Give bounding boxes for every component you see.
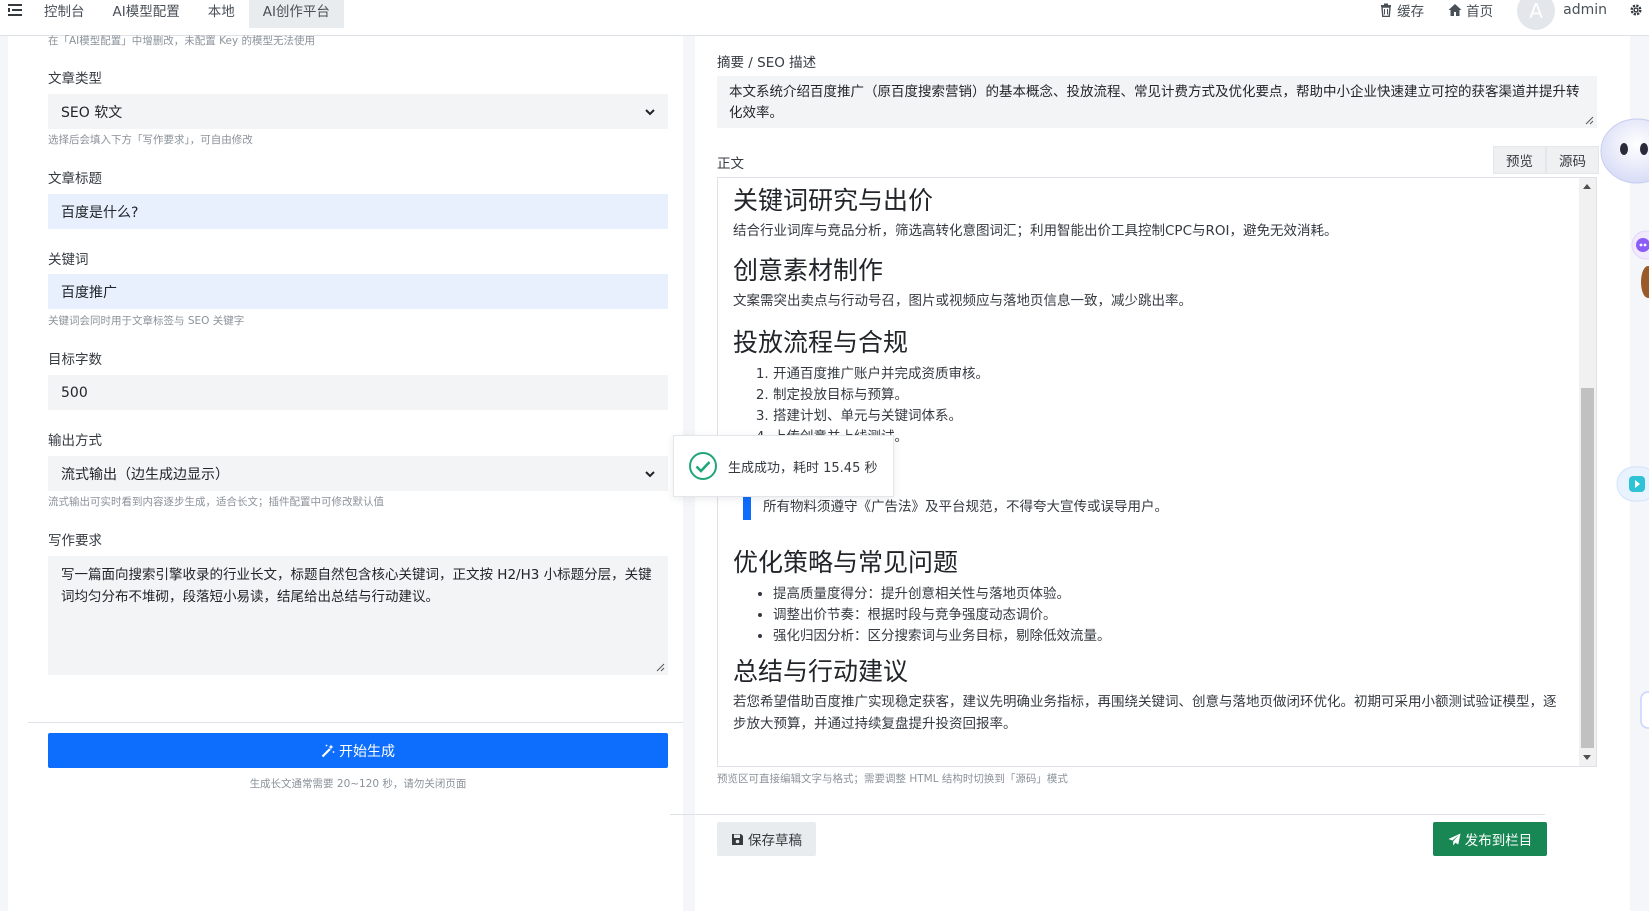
publish-button[interactable]: 发布到栏目 xyxy=(1433,822,1547,856)
paper-plane-icon xyxy=(1448,833,1461,845)
paragraph-creative: 文案需突出卖点与行动号召，图片或视频应与落地页信息一致，减少跳出率。 xyxy=(733,293,1192,309)
keywords-hint: 关键词会同时用于文章标签与 SEO 关键字 xyxy=(48,315,245,327)
scroll-down-arrow[interactable] xyxy=(1583,755,1591,760)
generate-label: 开始生成 xyxy=(339,743,395,760)
title-label: 文章标题 xyxy=(48,171,102,187)
check-circle-icon xyxy=(689,452,717,480)
save-draft-button[interactable]: 保存草稿 xyxy=(717,822,816,856)
output-mode-hint: 流式输出可实时看到内容逐步生成，适合长文；插件配置中可修改默认值 xyxy=(48,496,384,508)
chat-bubble-icon[interactable] xyxy=(1629,230,1649,260)
floppy-disk-icon xyxy=(732,833,743,845)
gear-icon[interactable] xyxy=(1629,3,1643,17)
optimize-tips-list: 提高质量度得分：提升创意相关性与落地页体验。 调整出价节奏：根据时段与竞争强度动… xyxy=(733,584,1563,647)
hamburger-icon xyxy=(8,3,22,16)
heading-creative: 创意素材制作 xyxy=(733,256,884,285)
heading-optimize: 优化策略与常见问题 xyxy=(733,548,959,577)
chevron-down-icon xyxy=(645,109,655,116)
editor-hint: 预览区可直接编辑文字与格式；需要调整 HTML 结构时切换到「源码」模式 xyxy=(717,773,1068,785)
summary-textarea[interactable]: 本文系统介绍百度推广（原百度搜索营销）的基本概念、投放流程、常见计费方式及优化要… xyxy=(717,76,1597,128)
video-widget-icon[interactable] xyxy=(1615,465,1649,503)
publish-label: 发布到栏目 xyxy=(1464,833,1533,849)
scroll-up-arrow[interactable] xyxy=(1583,184,1591,189)
success-toast: 生成成功，耗时 15.45 秒 xyxy=(673,435,894,497)
user-name[interactable]: admin xyxy=(1563,2,1607,18)
top-navbar: 控制台 AI模型配置 本地 AI创作平台 缓存 首页 A admin xyxy=(0,0,1649,36)
heading-process: 投放流程与合规 xyxy=(733,328,909,357)
list-item: 搭建计划、单元与关键词体系。 xyxy=(773,406,1563,427)
editor-scrollbar[interactable] xyxy=(1579,178,1596,766)
home-icon xyxy=(1448,3,1462,16)
editor-mode-tabs: 预览 源码 xyxy=(1493,146,1599,174)
nav-tab-ai-model-config[interactable]: AI模型配置 xyxy=(99,0,194,28)
list-item: 制定投放目标与预算。 xyxy=(773,385,1563,406)
ai-assistant-robot-icon[interactable] xyxy=(1599,118,1649,184)
article-type-value: SEO 软文 xyxy=(61,104,123,121)
avatar[interactable]: A xyxy=(1517,0,1556,30)
home-label: 首页 xyxy=(1466,3,1494,20)
nav-tab-local[interactable]: 本地 xyxy=(194,0,249,28)
output-mode-value: 流式输出（边生成边显示） xyxy=(61,466,229,483)
nav-tab-ai-creation[interactable]: AI创作平台 xyxy=(248,0,344,28)
chevron-down-icon xyxy=(645,471,655,478)
divider xyxy=(670,814,1545,815)
blockquote-bar xyxy=(743,494,751,520)
side-widget-icon[interactable] xyxy=(1639,690,1649,730)
title-input[interactable]: 百度是什么? xyxy=(48,194,668,229)
summary-label: 摘要 / SEO 描述 xyxy=(717,55,817,71)
tab-source[interactable]: 源码 xyxy=(1546,146,1599,174)
article-type-select[interactable]: SEO 软文 xyxy=(48,94,668,129)
heading-summary: 总结与行动建议 xyxy=(733,657,909,686)
word-count-input[interactable]: 500 xyxy=(48,375,668,410)
summary-value: 本文系统介绍百度推广（原百度搜索营销）的基本概念、投放流程、常见计费方式及优化要… xyxy=(729,84,1580,121)
article-settings-panel: 在「AI模型配置」中增删改，未配置 Key 的模型无法使用 文章类型 SEO 软… xyxy=(8,35,683,911)
article-type-hint: 选择后会填入下方「写作要求」，可自由修改 xyxy=(48,134,253,146)
trash-icon xyxy=(1381,3,1392,17)
save-draft-label: 保存草稿 xyxy=(748,833,802,849)
compliance-blockquote: 所有物料须遵守《广告法》及平台规范，不得夸大宣传或误导用户。 xyxy=(733,494,1563,520)
output-mode-select[interactable]: 流式输出（边生成边显示） xyxy=(48,456,668,491)
word-count-label: 目标字数 xyxy=(48,352,102,368)
model-hint: 在「AI模型配置」中增删改，未配置 Key 的模型无法使用 xyxy=(48,35,315,47)
heading-keywords: 关键词研究与出价 xyxy=(733,186,934,215)
body-label: 正文 xyxy=(717,156,744,172)
keywords-input[interactable]: 百度推广 xyxy=(48,274,668,309)
tab-preview[interactable]: 预览 xyxy=(1493,146,1546,174)
nav-tab-dashboard[interactable]: 控制台 xyxy=(30,0,99,28)
keywords-label: 关键词 xyxy=(48,252,89,268)
generate-button[interactable]: 开始生成 xyxy=(48,733,668,768)
list-item: 开通百度推广账户并完成资质审核。 xyxy=(773,364,1563,385)
scroll-thumb[interactable] xyxy=(1581,388,1594,748)
list-item: 强化归因分析：区分搜索词与业务目标，剔除低效流量。 xyxy=(773,626,1563,647)
requirements-label: 写作要求 xyxy=(48,533,102,549)
requirements-textarea[interactable]: 写一篇面向搜索引擎收录的行业长文，标题自然包含核心关键词，正文按 H2/H3 小… xyxy=(48,556,668,675)
list-item: 调整出价节奏：根据时段与竞争强度动态调价。 xyxy=(773,605,1563,626)
resize-grip-icon[interactable] xyxy=(656,663,665,672)
magic-wand-icon xyxy=(321,744,335,757)
generate-hint: 生成长文通常需要 20~120 秒，请勿关闭页面 xyxy=(249,778,467,790)
blockquote-text: 所有物料须遵守《广告法》及平台规范，不得夸大宣传或误导用户。 xyxy=(763,499,1168,515)
requirements-value: 写一篇面向搜索引擎收录的行业长文，标题自然包含核心关键词，正文按 H2/H3 小… xyxy=(61,567,652,605)
article-type-label: 文章类型 xyxy=(48,71,102,87)
list-item: 提高质量度得分：提升创意相关性与落地页体验。 xyxy=(773,584,1563,605)
toast-message: 生成成功，耗时 15.45 秒 xyxy=(728,460,878,476)
paragraph-keywords: 结合行业词库与竞品分析，筛选高转化意图词汇；利用智能出价工具控制CPC与ROI，… xyxy=(733,223,1338,239)
divider xyxy=(28,722,683,723)
home-link[interactable]: 首页 xyxy=(1448,0,1493,20)
side-mascot-icon[interactable] xyxy=(1637,262,1649,302)
cache-label: 缓存 xyxy=(1397,3,1425,20)
paragraph-summary: 若您希望借助百度推广实现稳定获客，建议先明确业务指标，再围绕关键词、创意与落地页… xyxy=(733,694,1557,732)
menu-toggle-button[interactable] xyxy=(0,0,30,36)
resize-grip-icon[interactable] xyxy=(1585,116,1594,125)
output-mode-label: 输出方式 xyxy=(48,433,102,449)
cache-button[interactable]: 缓存 xyxy=(1379,0,1424,20)
